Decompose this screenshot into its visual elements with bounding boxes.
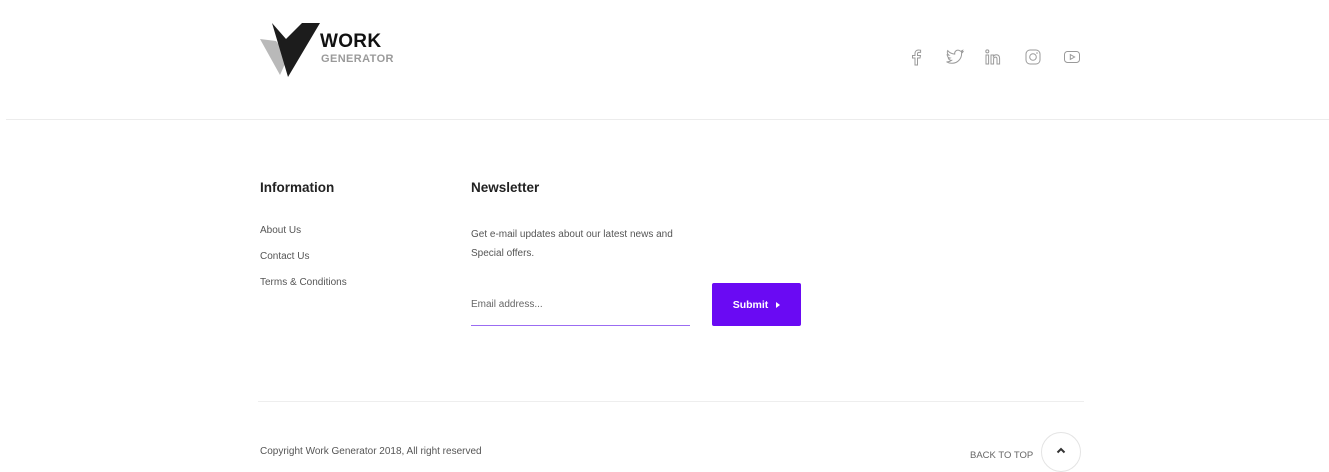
back-to-top-button[interactable]	[1041, 432, 1081, 472]
logo-mark-icon	[260, 23, 320, 77]
social-links	[903, 44, 1085, 70]
logo-subtitle: GENERATOR	[321, 53, 394, 65]
back-to-top-label[interactable]: BACK TO TOP	[970, 450, 1033, 461]
youtube-link[interactable]	[1059, 44, 1085, 70]
newsletter-heading: Newsletter	[471, 180, 540, 195]
twitter-link[interactable]	[942, 44, 968, 70]
instagram-link[interactable]	[1020, 44, 1046, 70]
facebook-link[interactable]	[903, 44, 929, 70]
linkedin-link[interactable]	[981, 44, 1007, 70]
footer-divider	[258, 401, 1084, 402]
information-links: About Us Contact Us Terms & Conditions	[260, 225, 347, 303]
caret-right-icon	[776, 301, 781, 308]
linkedin-icon	[985, 49, 1001, 65]
instagram-icon	[1025, 49, 1041, 65]
terms-conditions-link[interactable]: Terms & Conditions	[260, 277, 347, 303]
brand-logo[interactable]: WORK GENERATOR	[258, 17, 408, 79]
information-heading: Information	[260, 180, 335, 195]
chevron-up-icon	[1056, 447, 1066, 454]
submit-button-label: Submit	[732, 298, 769, 311]
email-field-wrapper	[471, 289, 690, 326]
about-us-link[interactable]: About Us	[260, 225, 347, 251]
twitter-icon	[946, 49, 965, 64]
youtube-icon	[1064, 51, 1080, 63]
logo-title: WORK	[320, 31, 382, 52]
copyright-text: Copyright Work Generator 2018, All right…	[260, 446, 482, 457]
email-input[interactable]	[471, 289, 690, 319]
submit-button[interactable]: Submit	[712, 283, 801, 326]
header-divider	[6, 119, 1329, 120]
contact-us-link[interactable]: Contact Us	[260, 251, 347, 277]
newsletter-description: Get e-mail updates about our latest news…	[471, 229, 673, 259]
facebook-icon	[912, 49, 922, 66]
